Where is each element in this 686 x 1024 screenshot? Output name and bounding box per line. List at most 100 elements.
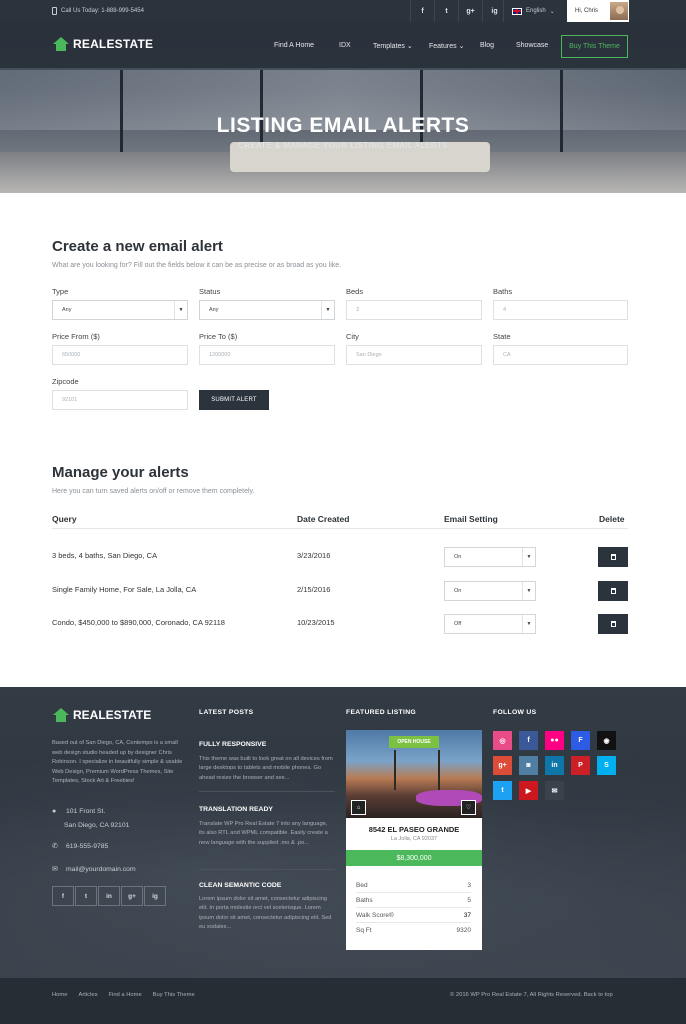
instagram-icon[interactable]: ◙ xyxy=(519,756,538,775)
type-label: Type xyxy=(52,287,69,296)
language-selector[interactable]: English ⌄ xyxy=(503,0,566,22)
price-from-input[interactable]: 650000 xyxy=(52,345,188,365)
avatar[interactable] xyxy=(609,1,629,21)
linkedin-icon[interactable]: in xyxy=(545,756,564,775)
twitter-icon[interactable]: t xyxy=(493,781,512,800)
footer-logo[interactable]: REALESTATE xyxy=(53,708,151,722)
price-from-label: Price From ($) xyxy=(52,332,100,341)
type-select[interactable]: Any ▼ xyxy=(52,300,188,320)
skype-icon[interactable]: S xyxy=(597,756,616,775)
listing-price: $8,300,000 xyxy=(346,850,482,866)
featured-listing-heading: FEATURED LISTING xyxy=(346,709,416,716)
nav-item-showcase[interactable]: Showcase xyxy=(516,42,548,49)
price-to-input[interactable]: 1200000 xyxy=(199,345,335,365)
phone-icon: ✆ xyxy=(52,843,58,850)
facebook-icon[interactable]: f xyxy=(52,886,74,906)
github-icon[interactable]: ◉ xyxy=(597,731,616,750)
status-select[interactable]: Any ▼ xyxy=(199,300,335,320)
delete-alert-button[interactable] xyxy=(598,547,628,567)
setting-value: On xyxy=(454,588,462,594)
footer-phone: ✆ 619-555-9785 xyxy=(52,842,108,851)
email-setting-select[interactable]: On ▼ xyxy=(444,547,536,567)
twitter-icon[interactable]: t xyxy=(434,0,458,22)
post-title[interactable]: TRANSLATION READY xyxy=(199,806,273,813)
price-to-label: Price To ($) xyxy=(199,332,238,341)
spec-value: 5 xyxy=(467,896,471,904)
linkedin-icon[interactable]: in xyxy=(98,886,120,906)
google-plus-icon[interactable]: g+ xyxy=(493,756,512,775)
instagram-icon[interactable]: ig xyxy=(144,886,166,906)
post-title[interactable]: CLEAN SEMANTIC CODE xyxy=(199,882,281,889)
facebook-icon[interactable]: f xyxy=(410,0,434,22)
listing-spec-row: Bed 3 xyxy=(356,878,471,893)
bottom-link-articles[interactable]: Articles xyxy=(78,992,97,998)
table-header-divider xyxy=(52,528,628,529)
chevron-down-icon: ⌄ xyxy=(458,43,465,50)
footer-email[interactable]: ✉ mail@yourdomain.com xyxy=(52,865,136,874)
state-input[interactable]: CA xyxy=(493,345,628,365)
create-alert-title: Create a new email alert xyxy=(52,238,223,255)
city-input[interactable]: San Diego xyxy=(346,345,482,365)
trash-icon xyxy=(610,588,616,594)
post-excerpt: Translate WP Pro Real Estate 7 into any … xyxy=(199,821,328,846)
nav-item-features[interactable]: Features ⌄ xyxy=(429,42,464,50)
submit-alert-button[interactable]: SUBMIT ALERT xyxy=(199,390,269,410)
listing-photo[interactable]: OPEN HOUSE ⌂ ♡ xyxy=(346,730,482,818)
beds-input[interactable]: 3 xyxy=(346,300,482,320)
palm-tree xyxy=(438,750,440,790)
twitter-icon[interactable]: t xyxy=(75,886,97,906)
nav-item-idx[interactable]: IDX xyxy=(339,42,351,49)
heart-icon[interactable]: ♡ xyxy=(461,800,476,815)
spec-value: 9320 xyxy=(456,927,471,934)
email-setting-select[interactable]: Off ▼ xyxy=(444,614,536,634)
google-plus-icon[interactable]: g+ xyxy=(121,886,143,906)
uk-flag-icon xyxy=(512,7,522,15)
nav-item-label: Templates xyxy=(373,43,405,50)
chevron-down-icon: ⌄ xyxy=(406,43,413,50)
open-house-badge: OPEN HOUSE xyxy=(389,736,439,748)
bottom-link-home[interactable]: Home xyxy=(52,992,67,998)
email-setting-select[interactable]: On ▼ xyxy=(444,581,536,601)
copyright: © 2016 WP Pro Real Estate 7, All Rights … xyxy=(450,992,613,998)
footer-address: ● 101 Front St. xyxy=(52,808,105,815)
dribbble-icon[interactable]: ◎ xyxy=(493,731,512,750)
manage-alerts-title: Manage your alerts xyxy=(52,464,189,481)
follow-us-heading: FOLLOW US xyxy=(493,709,537,716)
state-label: State xyxy=(493,332,511,341)
featured-listing-card[interactable]: OPEN HOUSE ⌂ ♡ 8542 EL PASEO GRANDE La J… xyxy=(346,730,482,950)
post-divider xyxy=(199,869,335,870)
palm-tree xyxy=(394,750,396,790)
buy-theme-button[interactable]: Buy This Theme xyxy=(561,35,628,58)
footer-address-2: San Diego, CA 92101 xyxy=(64,822,129,829)
chevron-down-icon: ⌄ xyxy=(549,8,555,15)
email-icon[interactable]: ✉ xyxy=(545,781,564,800)
delete-alert-button[interactable] xyxy=(598,581,628,601)
flickr-icon[interactable]: ●● xyxy=(545,731,564,750)
zipcode-input[interactable]: 92101 xyxy=(52,390,188,410)
pinterest-icon[interactable]: P xyxy=(571,756,590,775)
query-cell: Single Family Home, For Sale, La Jolla, … xyxy=(52,585,197,594)
nav-item-find-a-home[interactable]: Find A Home xyxy=(274,42,314,49)
youtube-icon[interactable]: ▶ xyxy=(519,781,538,800)
post-title[interactable]: FULLY RESPONSIVE xyxy=(199,741,266,748)
trash-icon xyxy=(610,621,616,627)
caret-down-icon: ▼ xyxy=(522,615,535,633)
delete-alert-button[interactable] xyxy=(598,614,628,634)
language-label: English xyxy=(526,8,546,14)
facebook-icon[interactable]: f xyxy=(519,731,538,750)
home-icon[interactable]: ⌂ xyxy=(351,800,366,815)
bottom-link-buy-theme[interactable]: Buy This Theme xyxy=(153,992,195,998)
site-logo[interactable]: REALESTATE xyxy=(53,37,153,51)
foursquare-icon[interactable]: F xyxy=(571,731,590,750)
bottom-link-find-a-home[interactable]: Find a Home xyxy=(108,992,141,998)
google-plus-icon[interactable]: g+ xyxy=(458,0,482,22)
listing-title[interactable]: 8542 EL PASEO GRANDE xyxy=(346,825,482,834)
status-label: Status xyxy=(199,287,221,296)
spec-value: 37 xyxy=(463,911,471,919)
spec-label: Bed xyxy=(356,881,368,889)
nav-item-templates[interactable]: Templates ⌄ xyxy=(373,42,413,50)
nav-item-blog[interactable]: Blog xyxy=(480,42,494,49)
baths-input[interactable]: 4 xyxy=(493,300,628,320)
listing-spec-row: Baths 5 xyxy=(356,893,471,908)
phone-icon xyxy=(52,7,57,15)
